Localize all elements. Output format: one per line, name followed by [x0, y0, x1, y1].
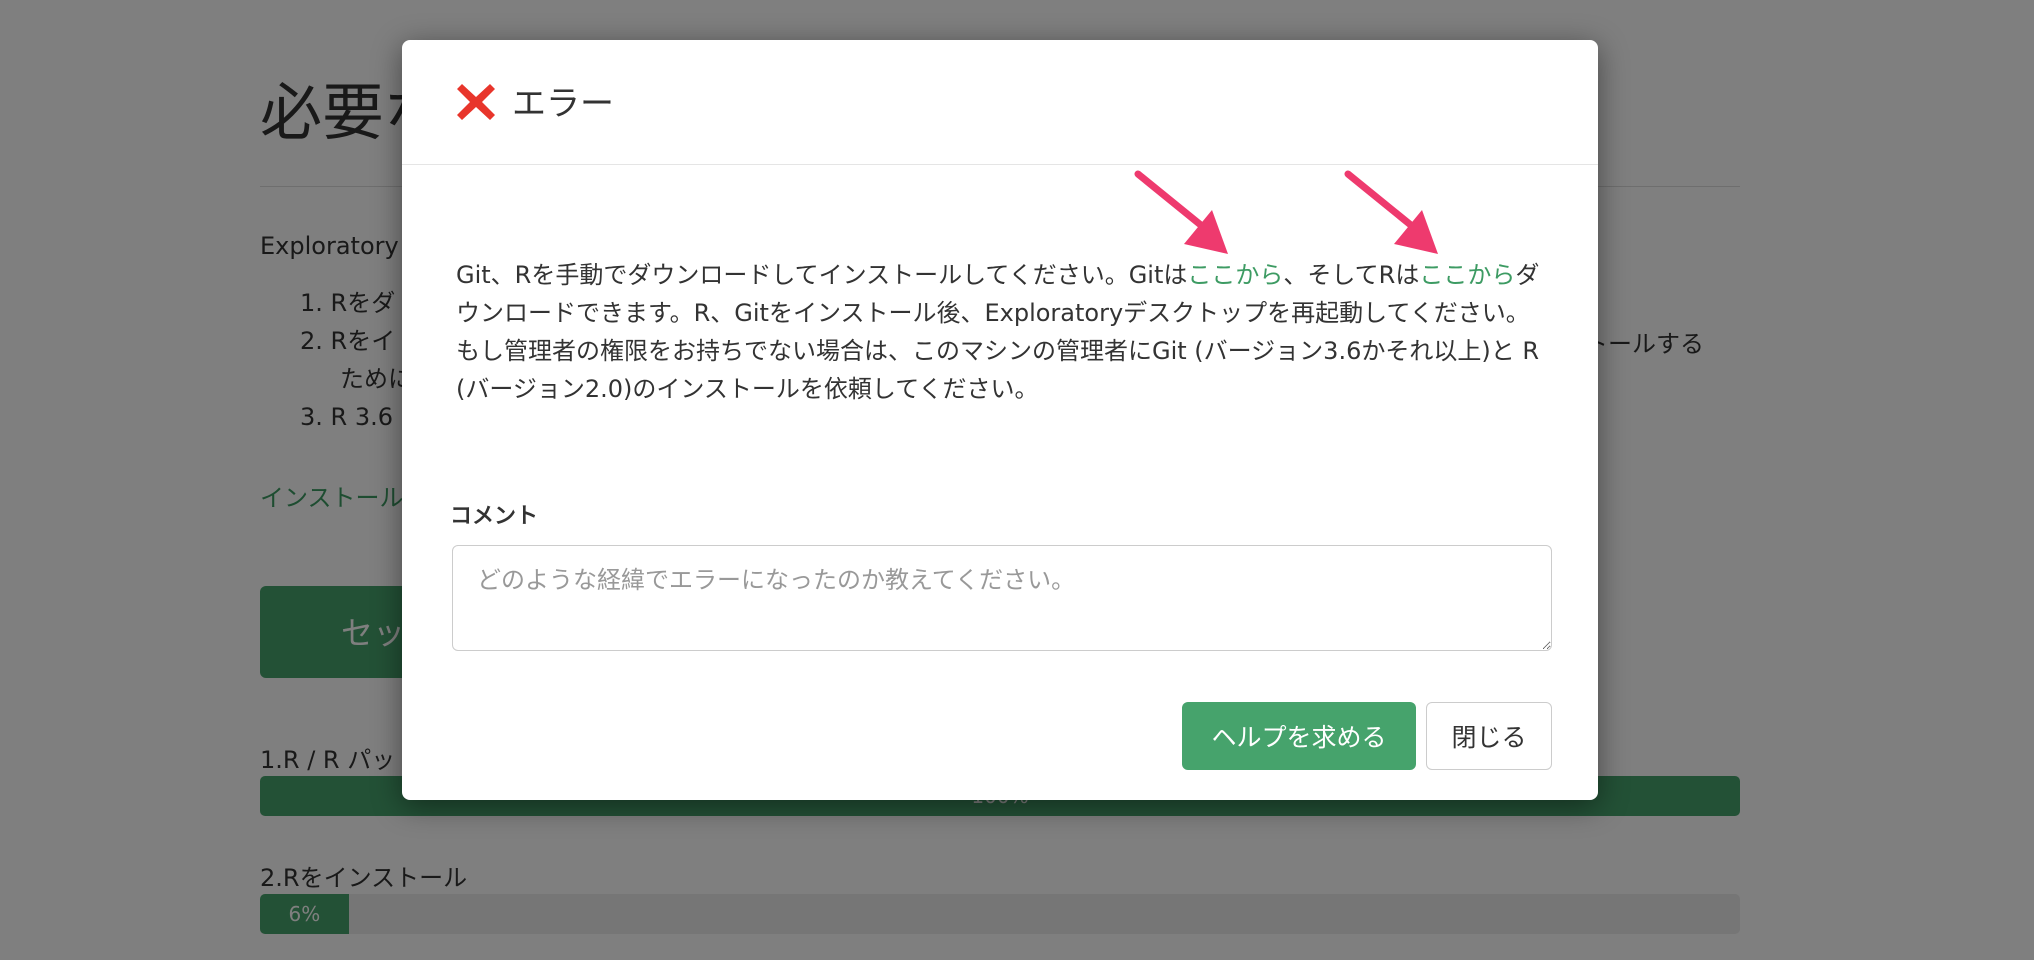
- r-download-link[interactable]: ここから: [1419, 261, 1515, 289]
- dialog-title: エラー: [512, 84, 614, 124]
- arrow-icon: [1344, 170, 1438, 254]
- comment-input[interactable]: [452, 545, 1552, 651]
- message-text: 、そしてRは: [1283, 261, 1420, 289]
- dialog-header: エラー: [402, 40, 1598, 165]
- error-message: Git、Rを手動でダウンロードしてインストールしてください。Gitはここから、そ…: [456, 256, 1546, 408]
- x-mark-icon: [457, 84, 495, 120]
- git-download-link[interactable]: ここから: [1187, 261, 1283, 289]
- error-dialog: エラー Git、Rを手動でダウンロードしてインストールしてください。Gitはここ…: [402, 40, 1598, 800]
- arrow-icon: [1134, 170, 1228, 254]
- help-button[interactable]: ヘルプを求める: [1182, 702, 1416, 770]
- comment-label: コメント: [450, 504, 539, 529]
- message-text: Git、Rを手動でダウンロードしてインストールしてください。Gitは: [456, 261, 1188, 289]
- close-button[interactable]: 閉じる: [1426, 702, 1552, 770]
